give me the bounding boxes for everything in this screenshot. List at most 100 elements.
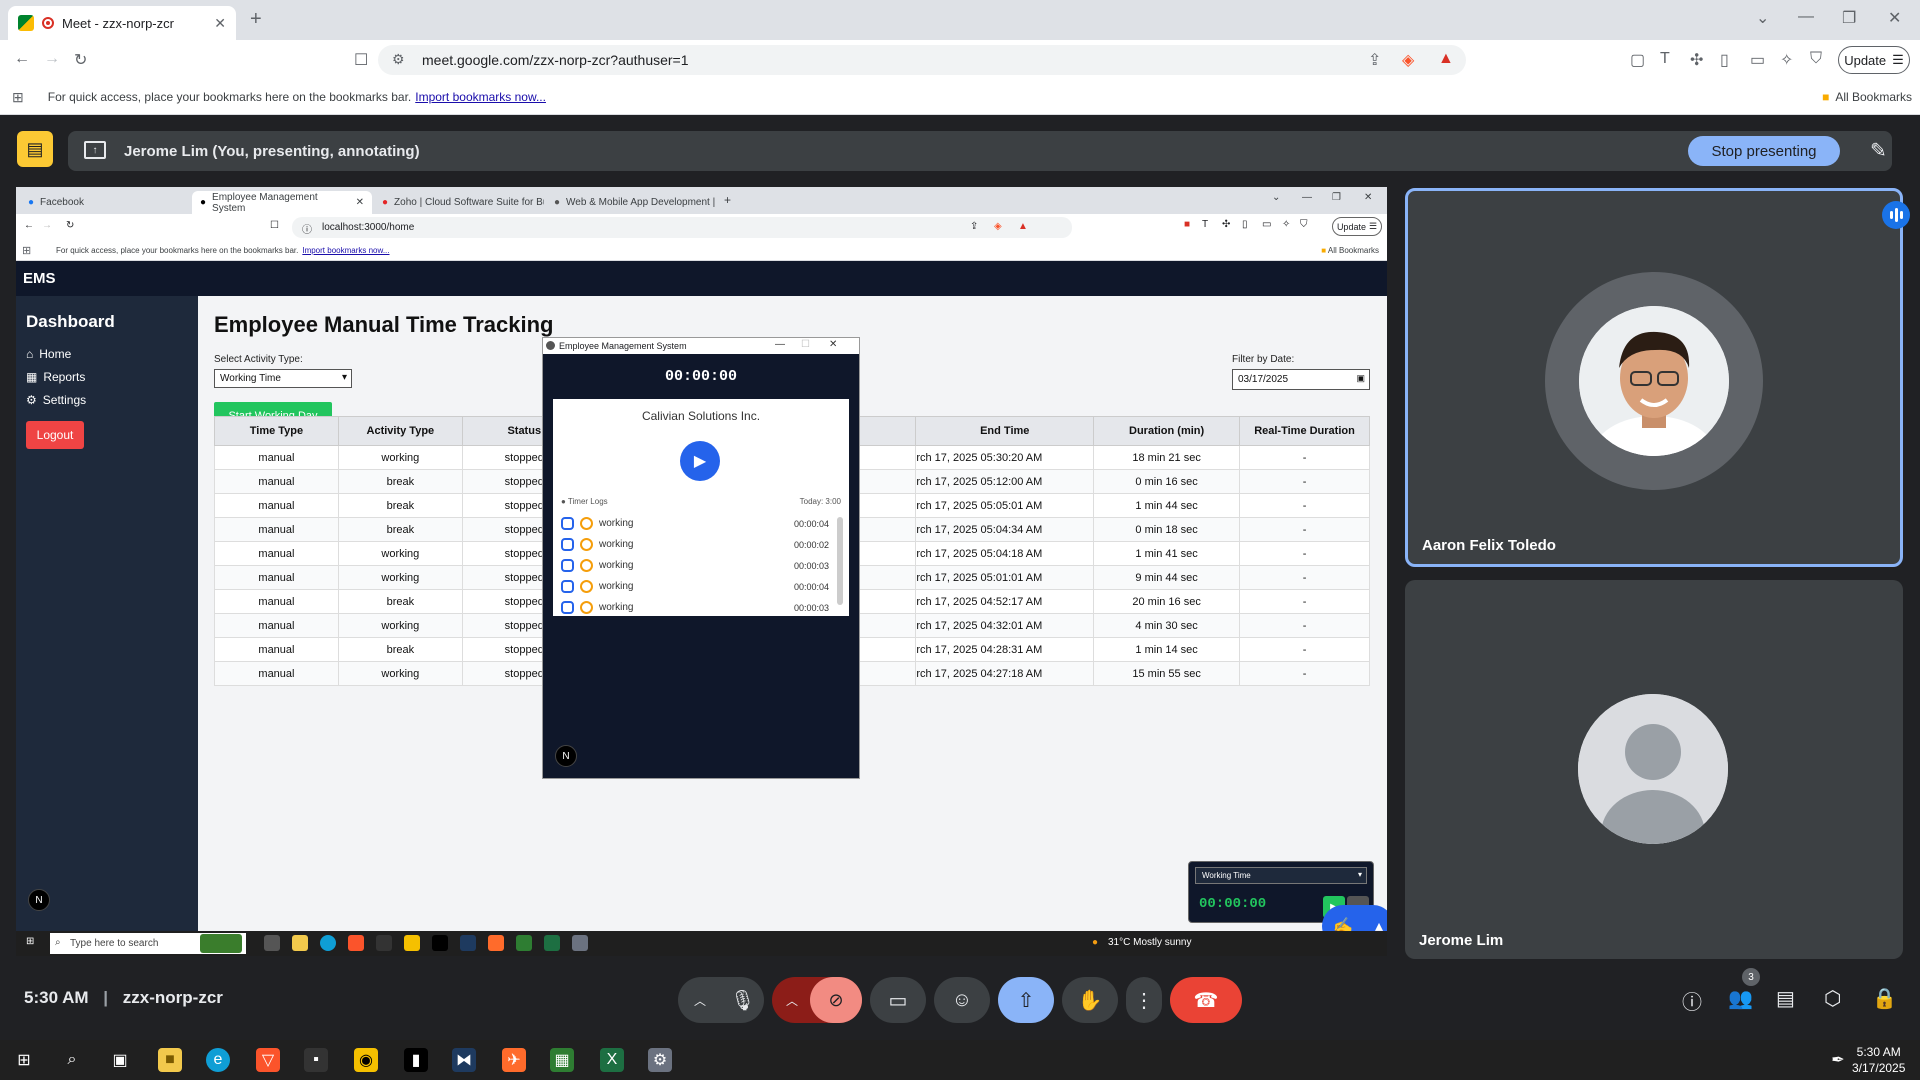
vscode-icon[interactable]: ⧓: [452, 1048, 476, 1072]
shared-address-bar[interactable]: ⓘ localhost:3000/home ▲ ◈ ⇪: [292, 217, 1072, 238]
settings-icon[interactable]: ⚙: [648, 1048, 672, 1072]
chat-icon[interactable]: ▤: [1776, 986, 1795, 1011]
restore-icon[interactable]: ❐: [1332, 192, 1341, 203]
excel-icon[interactable]: [544, 935, 560, 951]
raise-hand-button[interactable]: ✋: [1062, 977, 1118, 1023]
minimize-icon[interactable]: —: [1302, 192, 1312, 203]
import-bookmarks-link[interactable]: Import bookmarks now...: [302, 246, 389, 255]
annotate-pen-icon[interactable]: ✎: [1870, 138, 1887, 163]
wallet-icon[interactable]: ▭: [1750, 50, 1765, 70]
postman-icon[interactable]: [488, 935, 504, 951]
translate-icon[interactable]: T: [1660, 50, 1670, 68]
shared-tab-webdev[interactable]: ● Web & Mobile App Development |: [546, 191, 716, 214]
brave-rewards-icon[interactable]: ▲: [1018, 221, 1028, 232]
all-bookmarks-button[interactable]: ■ All Bookmarks: [1321, 246, 1379, 255]
reload-icon[interactable]: ↻: [74, 50, 87, 70]
logout-button[interactable]: Logout: [26, 421, 84, 449]
app-icon[interactable]: [432, 935, 448, 951]
pen-icon[interactable]: ✒: [1826, 1048, 1850, 1072]
task-view-icon[interactable]: [264, 935, 280, 951]
extensions-puzzle-icon[interactable]: ✣: [1690, 50, 1703, 70]
maximize-icon[interactable]: ☐: [801, 339, 810, 350]
sidebar-item-settings[interactable]: ⚙ Settings: [26, 393, 86, 407]
vscode-icon[interactable]: [460, 935, 476, 951]
people-icon[interactable]: 👥: [1728, 986, 1753, 1011]
vpn-icon[interactable]: ⛉: [1810, 50, 1822, 68]
close-window-icon[interactable]: ✕: [1888, 8, 1901, 28]
update-button[interactable]: Update ☰: [1332, 217, 1382, 236]
sidebar-item-reports[interactable]: ▦ Reports: [26, 370, 85, 384]
shared-tab-zoho[interactable]: ● Zoho | Cloud Software Suite for Bu: [374, 191, 544, 214]
reload-icon[interactable]: ↻: [66, 220, 74, 231]
filter-date-input[interactable]: 03/17/2025: [1232, 369, 1370, 390]
shared-taskbar-search[interactable]: ⌕ Type here to search: [50, 933, 246, 954]
hide-presentation-icon[interactable]: ▤: [17, 131, 53, 167]
wallet-icon[interactable]: ▭: [1262, 219, 1271, 230]
edge-icon[interactable]: e: [206, 1048, 230, 1072]
system-clock[interactable]: 5:30 AM 3/17/2025: [1852, 1044, 1905, 1076]
shared-tab-facebook[interactable]: ● Facebook: [20, 191, 200, 214]
back-icon[interactable]: ←: [14, 50, 30, 68]
sidebar-item-home[interactable]: ⌂ Home: [26, 347, 71, 361]
address-bar[interactable]: ⚙ meet.google.com/zzx-norp-zcr?authuser=…: [378, 45, 1466, 75]
sidebar-icon[interactable]: ▯: [1242, 219, 1248, 230]
all-bookmarks-button[interactable]: ■ All Bookmarks: [1822, 90, 1912, 104]
windows-start-icon[interactable]: ⊞: [12, 1048, 36, 1072]
notepad-icon[interactable]: [516, 935, 532, 951]
brave-shields-icon[interactable]: ◈: [994, 221, 1002, 232]
restore-icon[interactable]: ❐: [1842, 8, 1856, 28]
task-view-icon[interactable]: ▣: [108, 1048, 132, 1072]
apps-grid-icon[interactable]: ⊞: [22, 244, 31, 257]
captions-button[interactable]: ▭: [870, 977, 926, 1023]
activities-icon[interactable]: ⬡: [1824, 986, 1841, 1011]
search-icon[interactable]: ⌕: [60, 1048, 84, 1072]
audio-options-chevron-icon[interactable]: ︿: [694, 992, 706, 1009]
apps-grid-icon[interactable]: ⊞: [12, 89, 24, 106]
sidebar-icon[interactable]: ▯: [1720, 50, 1729, 70]
app-icon[interactable]: ▪: [304, 1048, 328, 1072]
excel-icon[interactable]: X: [600, 1048, 624, 1072]
app-icon[interactable]: ◉: [354, 1048, 378, 1072]
browser-tab-meet[interactable]: Meet - zzx-norp-zcr ✕: [8, 6, 236, 40]
postman-icon[interactable]: ✈: [502, 1048, 526, 1072]
extension-icon[interactable]: ▢: [1630, 50, 1645, 70]
stop-presenting-button[interactable]: Stop presenting: [1688, 136, 1840, 166]
edge-icon[interactable]: [320, 935, 336, 951]
bookmark-icon[interactable]: ☐: [270, 220, 279, 231]
brave-rewards-icon[interactable]: ▲: [1438, 50, 1454, 68]
participant-tile-jerome[interactable]: Jerome Lim: [1405, 580, 1903, 959]
app-icon[interactable]: ▮: [404, 1048, 428, 1072]
windows-start-icon[interactable]: ⊞: [26, 936, 34, 947]
settings-icon[interactable]: [572, 935, 588, 951]
leo-ai-icon[interactable]: ✧: [1282, 219, 1290, 230]
extension-icon[interactable]: ■: [1184, 219, 1190, 230]
back-icon[interactable]: ←: [24, 220, 34, 231]
mini-activity-select[interactable]: Working Time: [1195, 867, 1367, 884]
brave-icon[interactable]: [348, 935, 364, 951]
emoji-button[interactable]: ☺: [934, 977, 990, 1023]
update-button[interactable]: Update ☰: [1838, 46, 1910, 74]
tab-search-chevron-icon[interactable]: ⌄: [1756, 8, 1769, 28]
video-options-chevron-icon[interactable]: ︿: [786, 992, 798, 1009]
leo-ai-icon[interactable]: ✧: [1780, 50, 1793, 70]
tab-search-chevron-icon[interactable]: ⌄: [1272, 192, 1280, 203]
app-icon[interactable]: [376, 935, 392, 951]
meeting-details-icon[interactable]: ⓘ: [1682, 986, 1702, 1015]
present-button[interactable]: ⇧: [998, 977, 1054, 1023]
extensions-puzzle-icon[interactable]: ✣: [1222, 219, 1230, 230]
close-tab-icon[interactable]: ✕: [214, 15, 226, 32]
minimize-icon[interactable]: —: [1798, 8, 1814, 26]
brave-shields-icon[interactable]: ◈: [1402, 50, 1414, 70]
bookmark-icon[interactable]: ☐: [354, 50, 368, 70]
nextjs-badge-icon[interactable]: N: [555, 745, 577, 767]
leave-call-button[interactable]: ☎: [1170, 977, 1242, 1023]
activity-type-select[interactable]: Working Time: [214, 369, 352, 388]
forward-icon[interactable]: →: [42, 220, 52, 231]
vpn-icon[interactable]: ⛉: [1300, 219, 1308, 230]
share-icon[interactable]: ⇪: [1368, 50, 1381, 70]
popup-scrollbar[interactable]: [837, 517, 843, 605]
close-tab-icon[interactable]: ✕: [356, 197, 364, 208]
file-explorer-icon[interactable]: ■: [158, 1048, 182, 1072]
site-info-icon[interactable]: ⚙: [392, 51, 405, 68]
play-button[interactable]: ▶: [680, 441, 720, 481]
